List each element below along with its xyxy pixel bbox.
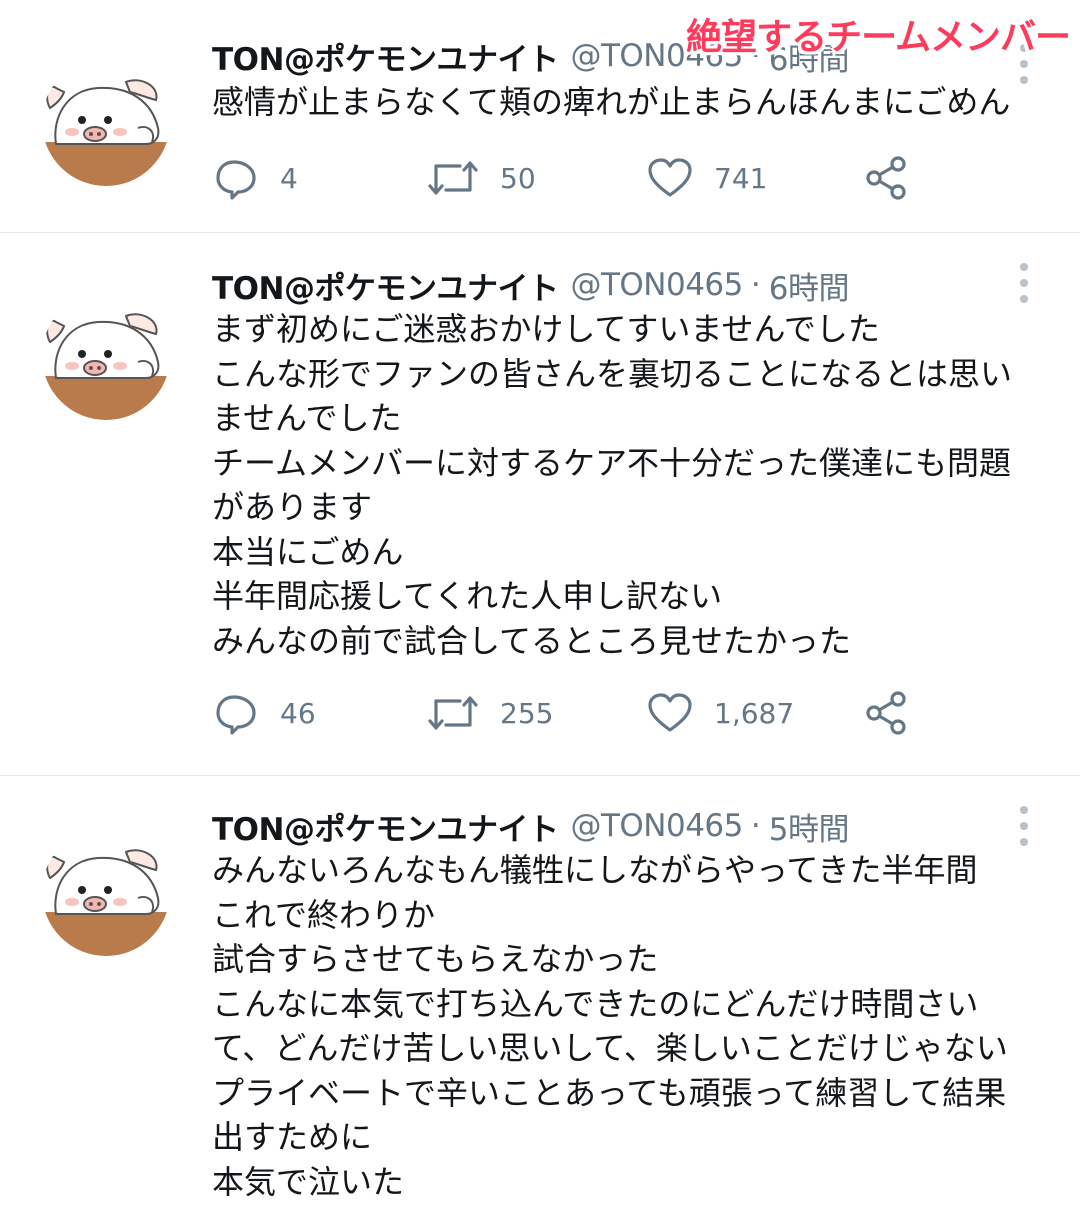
tweet-line: 本当にごめん <box>212 532 404 571</box>
vertical-dots-icon-dot <box>1020 295 1028 303</box>
reply-count: 46 <box>280 696 316 730</box>
speech-bubble-icon <box>216 160 256 200</box>
tweet-line: プライベートで辛いことあっても頑張って練習して結果 <box>212 1073 1007 1112</box>
author-name[interactable]: TON@ポケモンユナイト <box>212 804 559 849</box>
author-handle[interactable]: @TON0465 <box>570 267 743 303</box>
header-separator: · <box>750 267 761 303</box>
share-button[interactable] <box>862 154 910 202</box>
vertical-dots-icon-dot <box>1020 822 1028 830</box>
tweet-text: みんないろんなもん犠牲にしながらやってきた半年間 これで終わりか 試合すらさせて… <box>212 848 1052 1204</box>
like-count: 1,687 <box>714 696 795 730</box>
pig-avatar-icon <box>42 58 170 186</box>
tweet-line: こんなに本気で打ち込んできたのにどんだけ時間さい <box>212 984 979 1023</box>
retweet-count: 255 <box>500 696 554 730</box>
header-separator: · <box>750 808 761 844</box>
avatar[interactable] <box>42 828 170 956</box>
vertical-dots-icon <box>1020 263 1028 271</box>
vertical-dots-icon-dot <box>1020 838 1028 846</box>
reply-button[interactable]: 46 <box>212 689 316 737</box>
retweet-arrows-icon <box>428 696 478 730</box>
reply-count: 4 <box>280 161 298 195</box>
pig-avatar-icon <box>42 292 170 420</box>
tweet[interactable]: TON@ポケモンユナイト @TON0465 · 6時間 まず初めにご迷惑おかけし… <box>0 233 1080 775</box>
more-options-button[interactable] <box>1012 263 1036 303</box>
tweet-line: 半年間応援してくれた人申し訳ない <box>212 577 723 615</box>
retweet-arrows-icon <box>428 161 478 195</box>
tweet-timestamp[interactable]: 5時間 <box>769 804 850 849</box>
tweet-timestamp[interactable]: 6時間 <box>769 263 850 308</box>
tweet-line: 試合すらさせてもらえなかった <box>212 940 659 978</box>
vertical-dots-icon-dot <box>1020 279 1028 287</box>
tweet-text: 感情が止まらなくて頬の痺れが止まらんほんまにごめん <box>212 80 1052 125</box>
tweet[interactable]: TON@ポケモンユナイト @TON0465 · 5時間 みんないろんなもん犠牲に… <box>0 776 1080 1229</box>
tweet-line: ませんでした <box>212 399 402 437</box>
share-button[interactable] <box>862 689 910 737</box>
overlay-caption: 絶望するチームメンバー <box>686 17 1071 58</box>
tweet-text: まず初めにご迷惑おかけしてすいませんでした こんな形でファンの皆さんを裏切ること… <box>212 307 1052 663</box>
like-button[interactable]: 1,687 <box>646 689 794 737</box>
pig-avatar-icon <box>42 828 170 956</box>
tweet-line: まず初めにご迷惑おかけしてすいませんでした <box>212 310 880 348</box>
author-name[interactable]: TON@ポケモンユナイト <box>212 34 559 79</box>
avatar[interactable] <box>42 58 170 186</box>
retweet-button[interactable]: 255 <box>426 689 553 737</box>
more-options-button[interactable] <box>1012 806 1036 846</box>
tweet-header: TON@ポケモンユナイト @TON0465 · 6時間 <box>212 263 849 307</box>
like-button[interactable]: 741 <box>646 154 767 202</box>
tweet-line: 出すために <box>212 1118 373 1156</box>
retweet-button[interactable]: 50 <box>426 154 536 202</box>
tweet-line: があります <box>212 488 373 526</box>
tweet-line: 感情が止まらなくて頬の痺れが止まらんほんまにごめん <box>212 83 1011 121</box>
like-count: 741 <box>714 161 768 195</box>
share-nodes-icon <box>866 691 906 735</box>
tweet-line: これで終わりか <box>212 895 436 934</box>
vertical-dots-icon-dot <box>1020 60 1028 68</box>
tweet-line: こんな形でファンの皆さんを裏切ることになるとは思い <box>212 354 1013 393</box>
retweet-count: 50 <box>500 161 536 195</box>
tweet-line: チームメンバーに対するケア不十分だった僕達にも問題 <box>212 443 1012 482</box>
share-nodes-icon <box>866 156 906 200</box>
tweet-line: みんなの前で試合してるところ見せたかった <box>212 621 852 660</box>
tweet-actions: 46 255 1,687 <box>212 689 932 737</box>
reply-button[interactable]: 4 <box>212 154 298 202</box>
vertical-dots-icon <box>1020 806 1028 814</box>
author-name[interactable]: TON@ポケモンユナイト <box>212 263 559 308</box>
heart-outline-icon <box>648 158 692 197</box>
speech-bubble-icon <box>216 695 256 735</box>
tweet-line: 本気で泣いた <box>212 1162 405 1201</box>
author-handle[interactable]: @TON0465 <box>570 808 743 844</box>
tweet-actions: 4 50 741 <box>212 154 932 202</box>
tweet-line: みんないろんなもん犠牲にしながらやってきた半年間 <box>212 851 978 889</box>
tweet-header: TON@ポケモンユナイト @TON0465 · 5時間 <box>212 804 849 848</box>
heart-outline-icon <box>648 693 692 732</box>
tweet-line: て、どんだけ苦しい思いして、楽しいことだけじゃない <box>212 1029 1008 1067</box>
avatar[interactable] <box>42 292 170 420</box>
